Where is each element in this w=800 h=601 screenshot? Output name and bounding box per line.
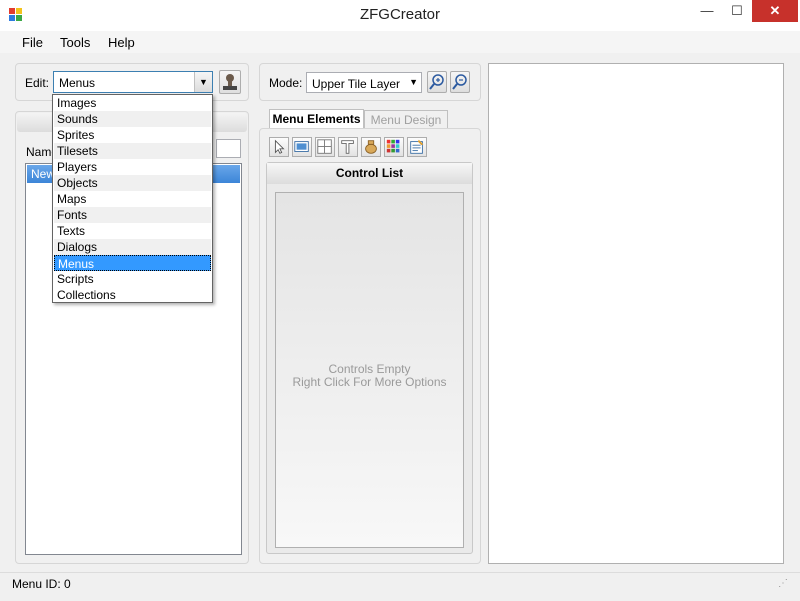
color-grid-tool-button[interactable] — [384, 137, 404, 157]
bag-icon — [365, 140, 377, 154]
dropdown-option[interactable]: Dialogs — [54, 239, 211, 255]
dropdown-option[interactable]: Scripts — [54, 271, 211, 287]
canvas-area[interactable] — [488, 63, 784, 564]
edit-combo[interactable]: Menus ▼ — [53, 71, 213, 93]
edit-dropdown-list[interactable]: Images Sounds Sprites Tilesets Players O… — [52, 94, 213, 303]
dropdown-option[interactable]: Images — [54, 95, 211, 111]
stamp-icon — [223, 74, 237, 90]
edit-list-icon — [410, 139, 424, 154]
controls-empty-text: Controls Empty — [328, 362, 411, 376]
text-tool-button[interactable] — [338, 137, 358, 157]
grid-tool-button[interactable] — [315, 137, 335, 157]
dropdown-option[interactable]: Tilesets — [54, 143, 211, 159]
control-list-panel: Control List Controls Empty Right Click … — [266, 162, 473, 554]
menu-id-text: Menu ID: 0 — [12, 577, 71, 591]
window-title: ZFGCreator — [359, 6, 440, 23]
minimize-button[interactable]: — — [692, 0, 722, 22]
chevron-down-icon[interactable]: ▼ — [409, 77, 418, 87]
image-tool-button[interactable] — [292, 137, 312, 157]
edit-list-tool-button[interactable] — [407, 137, 427, 157]
mode-combo-value: Upper Tile Layer — [312, 77, 401, 91]
cursor-icon — [274, 139, 285, 154]
bag-tool-button[interactable] — [361, 137, 381, 157]
dropdown-option[interactable]: Players — [54, 159, 211, 175]
dropdown-option-selected[interactable]: Menus — [54, 255, 211, 271]
zoom-out-icon — [452, 74, 467, 90]
dropdown-option[interactable]: Maps — [54, 191, 211, 207]
dropdown-option[interactable]: Fonts — [54, 207, 211, 223]
menu-help[interactable]: Help — [108, 35, 135, 50]
dropdown-option[interactable]: Objects — [54, 175, 211, 191]
edit-combo-value: Menus — [59, 76, 96, 90]
color-grid-icon — [386, 139, 400, 153]
dropdown-option[interactable]: Collections — [54, 287, 211, 303]
pointer-tool-button[interactable] — [269, 137, 289, 157]
control-list-area[interactable]: Controls Empty Right Click For More Opti… — [275, 192, 464, 548]
text-icon — [341, 140, 354, 154]
mode-label: Mode: — [269, 76, 303, 90]
maximize-button[interactable]: ☐ — [722, 0, 752, 22]
zoom-out-button[interactable] — [450, 71, 470, 93]
menu-bar: File Tools Help — [0, 31, 800, 53]
tab-menu-elements[interactable]: Menu Elements — [269, 109, 364, 129]
dropdown-option[interactable]: Texts — [54, 223, 211, 239]
name-input[interactable] — [216, 139, 241, 158]
right-click-hint-text: Right Click For More Options — [292, 375, 447, 389]
control-list-header: Control List — [267, 163, 472, 184]
close-button[interactable]: ✕ — [752, 0, 798, 22]
zoom-in-button[interactable] — [427, 71, 447, 93]
resize-grip-icon[interactable]: ⋰ — [778, 578, 788, 589]
chevron-down-icon[interactable]: ▼ — [194, 72, 212, 92]
title-bar: ZFGCreator — ☐ ✕ — [0, 0, 800, 31]
menu-file[interactable]: File — [22, 35, 43, 50]
menu-tools[interactable]: Tools — [60, 35, 90, 50]
zoom-in-icon — [429, 74, 444, 90]
status-bar: Menu ID: 0 ⋰ — [0, 572, 800, 601]
stamp-button[interactable] — [219, 70, 241, 94]
dropdown-option[interactable]: Sprites — [54, 127, 211, 143]
dropdown-option[interactable]: Sounds — [54, 111, 211, 127]
edit-label: Edit: — [25, 76, 50, 90]
grid-icon — [317, 139, 332, 154]
image-icon — [294, 141, 309, 152]
tab-menu-design[interactable]: Menu Design — [364, 110, 448, 128]
mode-combo[interactable]: Upper Tile Layer ▼ — [306, 72, 422, 93]
mode-panel: Mode: Upper Tile Layer ▼ — [259, 63, 481, 101]
